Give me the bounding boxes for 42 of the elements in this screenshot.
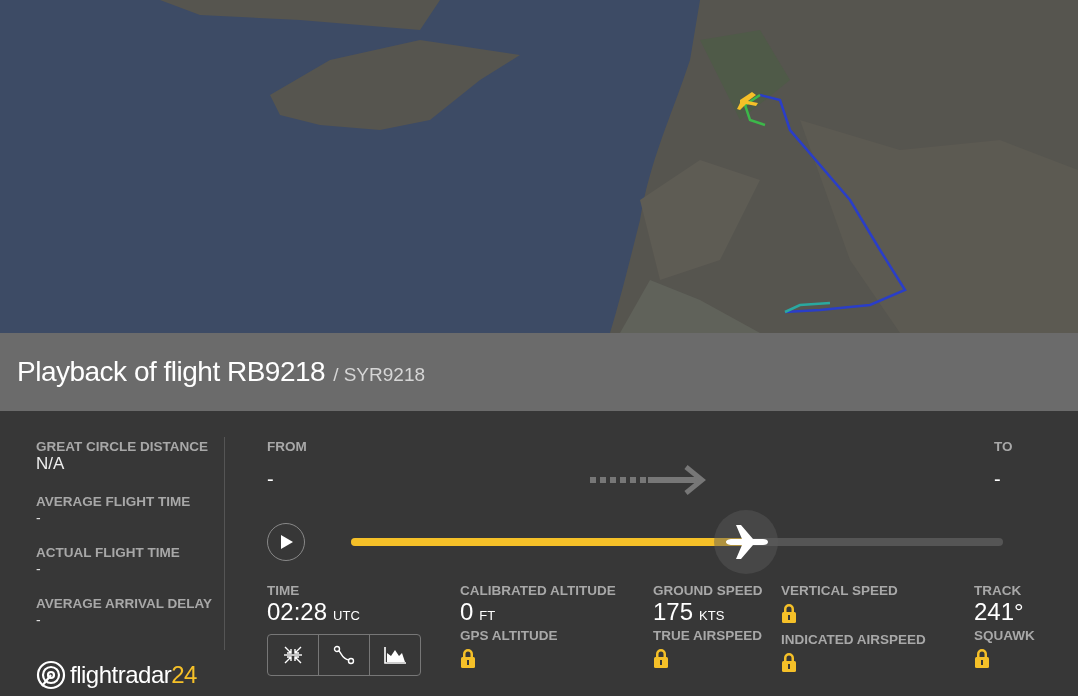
lock-icon: [974, 648, 990, 668]
stat-value: -: [36, 509, 42, 527]
chart-icon: [383, 645, 407, 665]
stat-unit: KTS: [699, 608, 725, 623]
stat-label: CALIBRATED ALTITUDE: [460, 583, 617, 598]
stat-label: GROUND SPEED: [653, 583, 764, 598]
stat-label: GREAT CIRCLE DISTANCE: [36, 439, 209, 454]
stat-label: GPS ALTITUDE: [460, 628, 559, 643]
stat-unit: UTC: [333, 608, 360, 623]
lock-icon: [653, 648, 669, 668]
collapse-icon: [283, 645, 303, 665]
stat-value: 0: [460, 598, 474, 626]
to-value: -: [994, 468, 1002, 491]
stat-value: 175: [653, 598, 694, 626]
stat-label: AVERAGE ARRIVAL DELAY: [36, 596, 214, 611]
stat-label: TRUE AIRSPEED: [653, 628, 763, 643]
stat-value: 02:28: [267, 598, 328, 626]
radar-logo-icon: [36, 660, 66, 690]
callsign: / SYR9218: [333, 364, 426, 386]
stat-value: 241°: [974, 598, 1024, 626]
from-value: -: [267, 468, 275, 491]
plane-icon: [724, 522, 769, 562]
lock-icon: [781, 652, 797, 672]
stat-unit: FT: [479, 608, 496, 623]
stat-label: ACTUAL FLIGHT TIME: [36, 545, 181, 560]
stat-label: TIME: [267, 583, 301, 598]
stat-value: -: [36, 560, 42, 578]
play-icon: [279, 534, 293, 550]
from-label: FROM: [267, 439, 307, 454]
stat-label: TRACK: [974, 583, 1023, 598]
stat-label: INDICATED AIRSPEED: [781, 632, 927, 647]
stat-label: SQUAWK: [974, 628, 1036, 643]
logo-wordmark: flightradar24: [70, 661, 197, 689]
route-icon: [333, 645, 355, 665]
stat-label: VERTICAL SPEED: [781, 583, 899, 598]
to-label: TO: [994, 439, 1014, 454]
lock-icon: [460, 648, 476, 668]
stat-value: -: [36, 611, 42, 629]
lock-icon: [781, 603, 797, 623]
stat-value: N/A: [36, 454, 66, 474]
stat-label: AVERAGE FLIGHT TIME: [36, 494, 192, 509]
flight-title: Playback of flight RB9218: [17, 356, 326, 388]
